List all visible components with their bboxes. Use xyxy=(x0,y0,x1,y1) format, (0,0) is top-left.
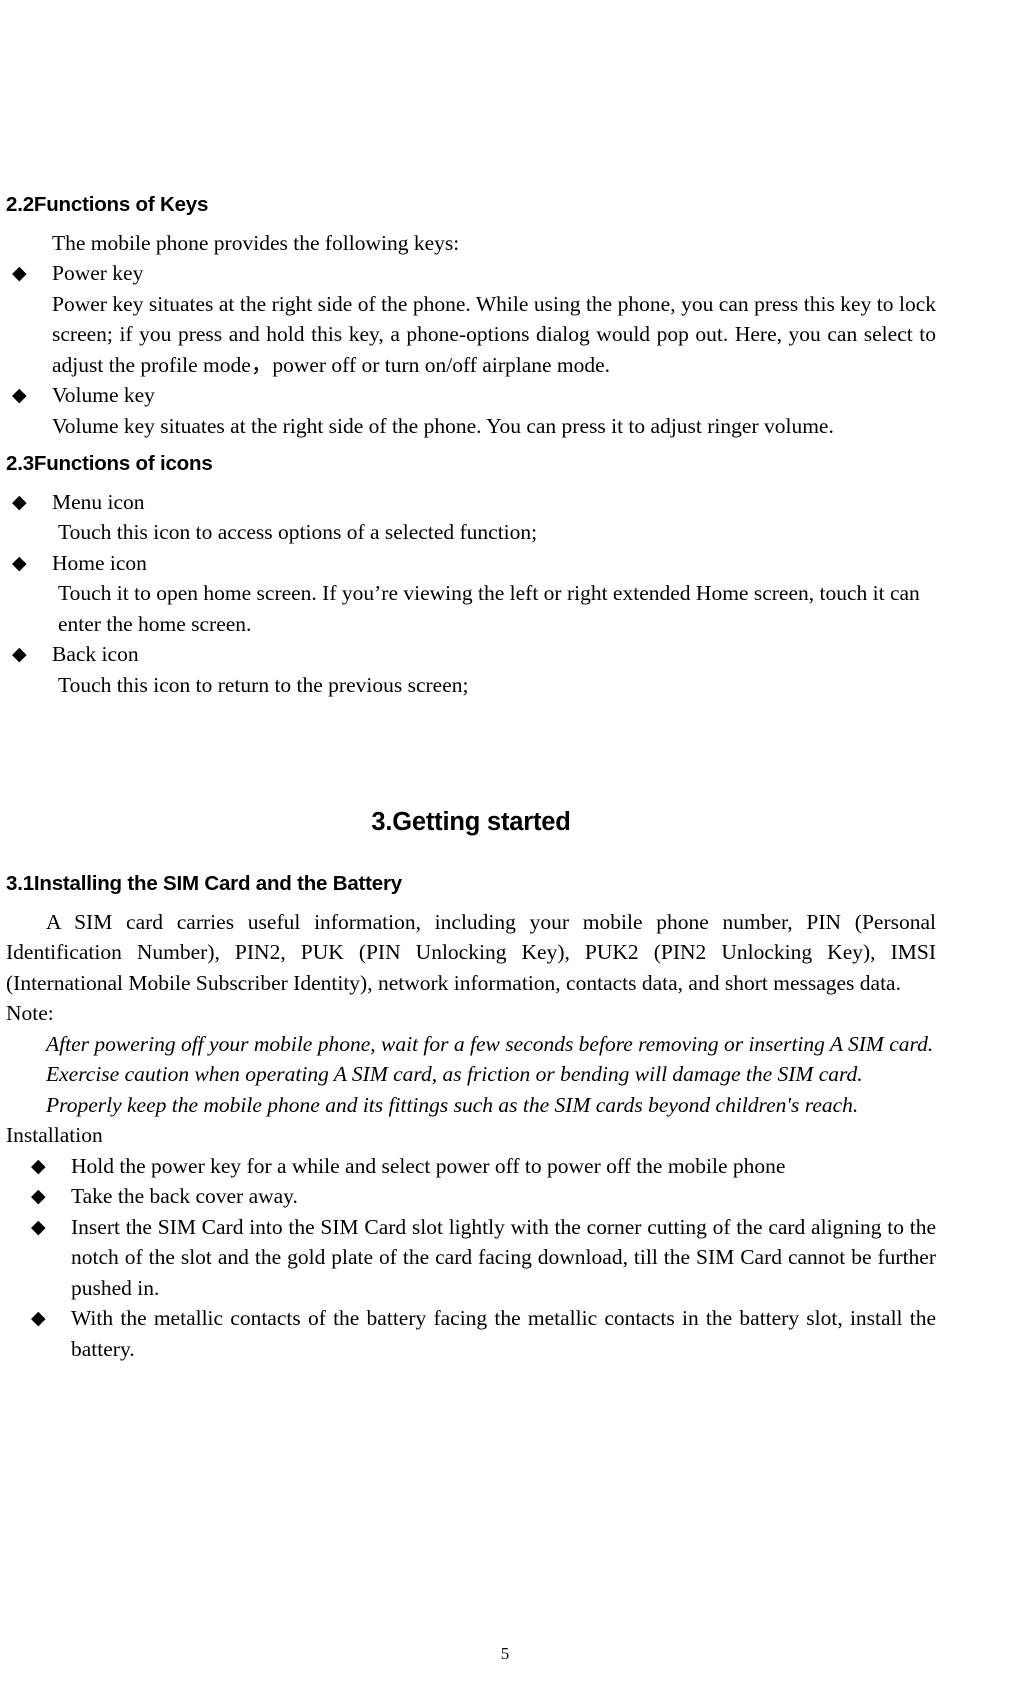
list-item: ◆ Hold the power key for a while and sel… xyxy=(6,1151,936,1182)
installation-step-text: Hold the power key for a while and selec… xyxy=(71,1153,786,1178)
list-item: ◆ Menu icon xyxy=(6,487,936,518)
back-icon-body: Touch this icon to return to the previou… xyxy=(58,672,469,697)
diamond-bullet-icon: ◆ xyxy=(31,1215,46,1238)
keys-volume-body: Volume key situates at the right side of… xyxy=(52,413,834,438)
list-item-title: Power key xyxy=(52,261,144,286)
list-item-title: Home icon xyxy=(52,550,147,575)
heading-functions-of-icons: 2.3Functions of icons xyxy=(6,452,213,476)
note-text-3: Properly keep the mobile phone and its f… xyxy=(46,1092,859,1117)
installation-step-text: Take the back cover away. xyxy=(71,1184,298,1209)
installation-step-text: With the metallic contacts of the batter… xyxy=(71,1306,936,1361)
list-item: ◆ Take the back cover away. xyxy=(6,1181,936,1212)
heading-functions-of-keys: 2.2Functions of Keys xyxy=(6,193,209,216)
diamond-bullet-icon: ◆ xyxy=(31,1307,46,1330)
installation-label: Installation xyxy=(6,1123,103,1148)
list-item: ◆ Back icon xyxy=(6,639,936,670)
icons-bullet-list: ◆ Menu icon Touch this icon to access op… xyxy=(6,487,936,701)
list-item: ◆ Power key xyxy=(6,258,936,289)
note-label: Note: xyxy=(6,1001,54,1026)
heading-installing-sim-card: 3.1Installing the SIM Card and the Batte… xyxy=(6,872,402,896)
page-number: 5 xyxy=(500,1644,510,1663)
diamond-bullet-icon: ◆ xyxy=(31,1185,46,1208)
keys-power-body: Power key situates at the right side of … xyxy=(52,291,936,377)
list-item: ◆ With the metallic contacts of the batt… xyxy=(6,1303,936,1364)
list-item: ◆ Home icon xyxy=(6,548,936,579)
menu-icon-body: Touch this icon to access options of a s… xyxy=(58,520,538,545)
home-icon-body: Touch it to open home screen. If you’re … xyxy=(58,581,920,636)
list-item: ◆ Insert the SIM Card into the SIM Card … xyxy=(6,1212,936,1304)
diamond-bullet-icon: ◆ xyxy=(12,490,27,513)
diamond-bullet-icon: ◆ xyxy=(12,551,27,574)
installation-steps-list: ◆ Hold the power key for a while and sel… xyxy=(6,1151,936,1365)
list-item: ◆ Volume key xyxy=(6,380,936,411)
diamond-bullet-icon: ◆ xyxy=(12,384,27,407)
diamond-bullet-icon: ◆ xyxy=(12,262,27,285)
keys-bullet-list: ◆ Power key Power key situates at the ri… xyxy=(6,258,936,441)
document-page: 2.2Functions of Keys The mobile phone pr… xyxy=(0,0,1010,1702)
diamond-bullet-icon: ◆ xyxy=(12,643,27,666)
heading-getting-started: 3.Getting started xyxy=(371,808,571,837)
diamond-bullet-icon: ◆ xyxy=(31,1154,46,1177)
list-item-title: Volume key xyxy=(52,383,155,408)
list-item-title: Menu icon xyxy=(52,489,145,514)
top-margin-spacer xyxy=(6,0,936,192)
page-content: 2.2Functions of Keys The mobile phone pr… xyxy=(6,0,936,1364)
note-text-2: Exercise caution when operating A SIM ca… xyxy=(46,1062,863,1087)
section-gap-spacer xyxy=(6,700,936,808)
note-text-1: After powering off your mobile phone, wa… xyxy=(46,1031,934,1056)
keys-intro-text: The mobile phone provides the following … xyxy=(52,230,460,255)
sim-card-paragraph: A SIM card carries useful information, i… xyxy=(6,909,936,995)
list-item-title: Back icon xyxy=(52,642,139,667)
installation-step-text: Insert the SIM Card into the SIM Card sl… xyxy=(71,1214,936,1300)
